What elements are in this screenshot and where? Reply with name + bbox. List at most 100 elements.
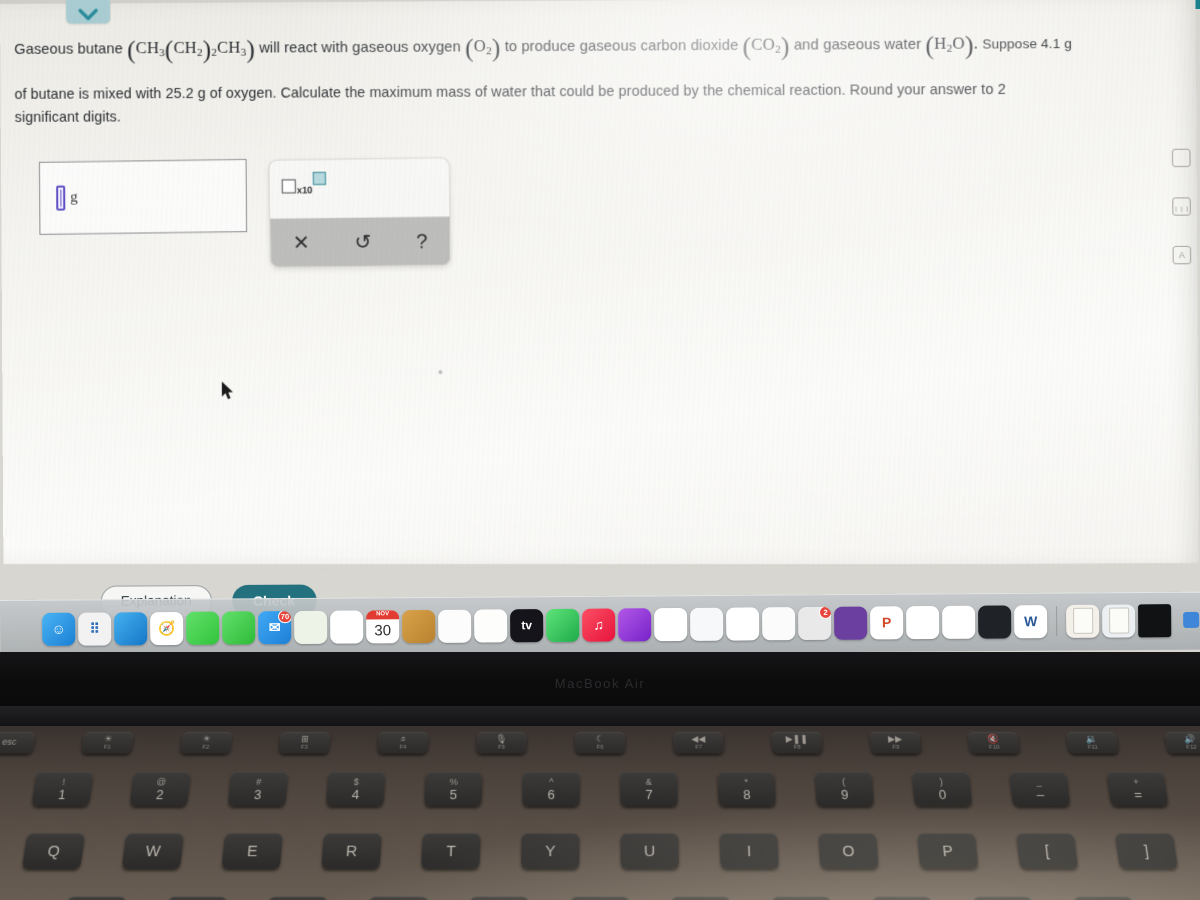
messenger-icon[interactable] [654,607,688,641]
mouse-cursor-icon [221,380,235,401]
calendar-icon[interactable]: NOV 30 [366,609,400,643]
macos-dock: ☺ ⠿ 🧭 ✉ 70 NOV 30 tv ♫ 2 P W [42,597,1199,652]
key-o: O [818,833,879,869]
laptop-screen: Gaseous butane (CH3(CH2)2CH3) will react… [0,0,1200,660]
key-4: $4 [326,771,386,807]
answer-unit-label: g [70,189,78,206]
panel-icon[interactable] [1171,148,1191,168]
question-segment-2: will react with gaseous oxygen [259,39,461,57]
formula-oxygen: (O2) [465,35,501,63]
notification-badge: 2 [819,606,832,619]
palette-top-row: x10 [269,158,449,218]
laptop-hinge [0,706,1200,728]
laptop-brand-label: MacBook Air [554,676,646,691]
key-f2: ☀ F2 [179,731,233,754]
right-edge-toolbar: ╷╷╷ A [1169,148,1197,295]
key-u: U [620,833,680,869]
stickies-icon[interactable] [474,608,508,643]
word-icon[interactable]: W [1014,604,1048,638]
quicktime-icon[interactable] [978,604,1012,639]
key-q: Q [21,833,86,869]
question-segment-4: and gaseous water [793,36,922,54]
key-f12: 🔊 F12 [1163,731,1200,754]
content-divider [3,562,1200,572]
facetime-icon[interactable] [222,610,256,645]
chrome-icon[interactable] [906,605,940,639]
answer-input[interactable]: g [38,158,248,235]
notes-icon[interactable] [402,609,436,643]
photos-icon[interactable] [330,609,364,644]
download-icon[interactable] [1174,603,1200,636]
exercise-page: Gaseous butane (CH3(CH2)2CH3) will react… [0,0,1200,618]
key-f8: ▶❚❚ F8 [771,731,823,754]
undo-button[interactable]: ↺ [354,232,371,254]
question-statement: Gaseous butane (CH3(CH2)2CH3) will react… [14,25,1190,129]
accessibility-icon[interactable]: A [1172,246,1192,265]
safari-icon[interactable]: 🧭 [150,611,184,645]
appletv-icon[interactable]: tv [510,608,544,642]
document-stack-icon[interactable] [1066,604,1100,638]
siri-icon[interactable] [114,611,148,645]
key-f10: 🔇 F10 [967,731,1021,754]
scientific-notation-button[interactable]: x10 [281,171,327,197]
whatsapp-icon[interactable] [546,608,580,642]
key-=: + = [1106,771,1169,807]
question-segment-1: Gaseous butane [14,41,123,58]
key-–: _ – [1009,771,1071,807]
maps-icon[interactable] [294,610,328,644]
help-button[interactable]: ? [416,231,428,253]
key-p: P [917,833,979,869]
pages-icon[interactable] [762,606,796,640]
chart-bar-icon[interactable]: ╷╷╷ [1172,197,1191,216]
formula-butane: (CH3(CH2)2CH3) [127,36,256,65]
teams-icon[interactable] [942,605,976,639]
formula-water: (H2O). [925,32,979,60]
key-6: ^ 6 [522,771,580,807]
answer-placeholder-icon [56,185,66,211]
question-segment-5: Suppose 4.1 g [982,35,1073,52]
key-[: [ [1016,833,1079,869]
screenshot-thumbnail-icon[interactable] [1138,603,1172,637]
key-f9: ▶▶ F9 [869,731,922,754]
key-8: * 8 [717,771,776,807]
math-tool-palette: x10 ✕ ↺ ? [268,157,452,268]
key-r: R [321,833,382,869]
notification-badge: 70 [277,610,292,623]
palette-bottom-row: ✕ ↺ ? [270,216,451,268]
key-f1: ☀ F1 [81,731,135,754]
key-i: I [719,833,779,869]
key-f11: 🔉 F11 [1065,731,1119,754]
music-icon[interactable]: ♫ [582,607,616,642]
key-1: ! 1 [31,771,94,807]
key-f3: ⊞ F3 [278,731,331,754]
key-3: #3 [227,771,289,807]
numbers-icon[interactable] [726,606,760,641]
reminders-icon[interactable] [438,609,472,643]
finder-icon[interactable]: ☺ [42,612,76,646]
formula-carbon-dioxide: (CO2) [742,33,790,61]
keynote-icon[interactable] [690,607,724,641]
zoom-icon[interactable] [834,606,868,640]
key-f6: ☾ F6 [574,731,626,754]
scientific-notation-label: x10 [296,185,313,197]
document-preview-icon[interactable] [1102,603,1136,638]
clear-button[interactable]: ✕ [293,232,310,254]
aleks-icon[interactable]: 2 [798,606,832,640]
keyboard-function-row: esc ☀ F1 ☀ F2 ⊞ F3 ⌕ F4 🎙 F5 ☾ F6 ◀◀ F7 ▶❚❚ F8 ▶▶ F9 🔇 F10 🔉 F… [0,731,1200,754]
exponent-box-icon [313,171,327,186]
dropdown-toggle-button[interactable] [66,0,111,24]
powerpoint-icon[interactable]: P [870,605,904,639]
key-f5: 🎙 F5 [476,731,527,754]
key-]: ] [1114,833,1179,869]
key-7: & 7 [620,771,678,807]
chevron-down-icon [77,7,99,21]
mail-icon[interactable]: ✉ 70 [258,610,292,644]
podcasts-icon[interactable] [618,607,652,641]
keyboard-letter-row: Q W E R T Y U I O P [] [0,833,1200,869]
launchpad-icon[interactable]: ⠿ [78,611,112,646]
laptop-keyboard: esc ☀ F1 ☀ F2 ⊞ F3 ⌕ F4 🎙 F5 ☾ F6 ◀◀ F7 ▶❚❚ F8 ▶▶ F9 🔇 F10 🔉 F… [0,726,1200,900]
key-f4: ⌕ F4 [377,731,429,754]
messages-icon[interactable] [186,611,220,645]
key-y: Y [520,833,580,869]
key-t: T [421,833,481,869]
